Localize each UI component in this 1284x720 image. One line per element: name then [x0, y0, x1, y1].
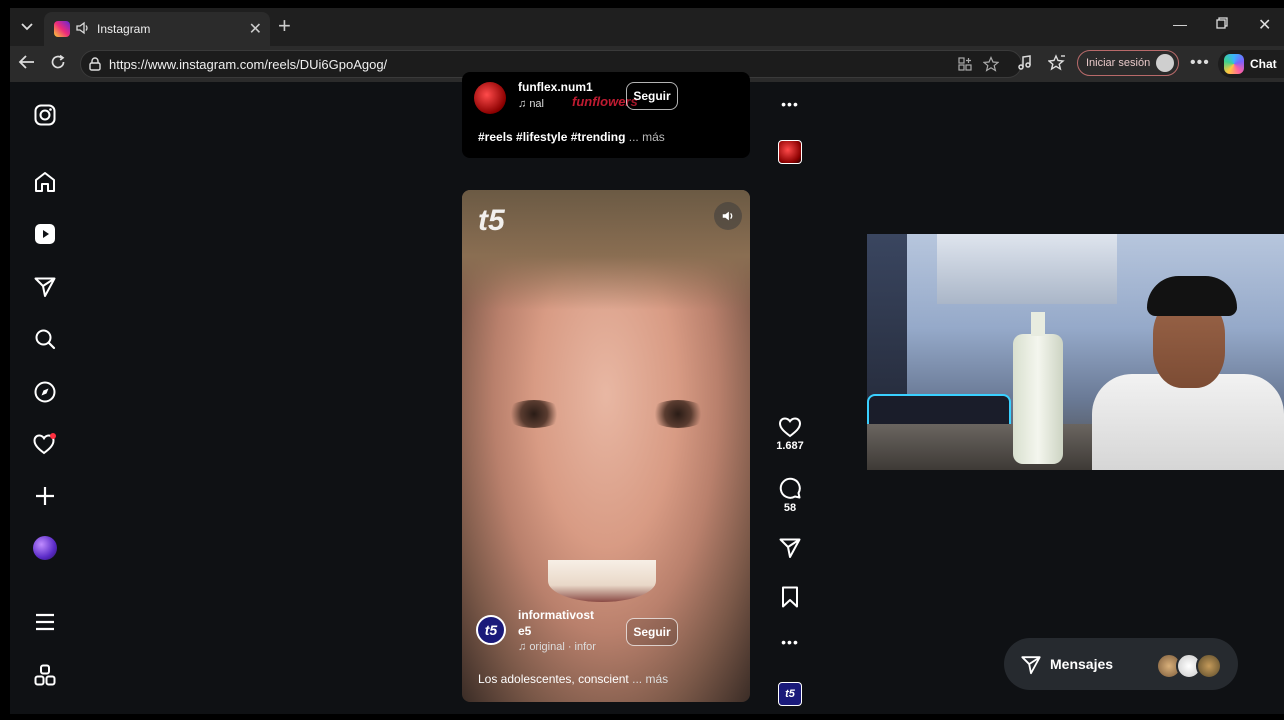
- avatar-logo: t5: [484, 622, 498, 638]
- audio-thumbnail-image: [778, 140, 802, 164]
- caption: Los adolescentes, conscient: [478, 672, 629, 686]
- caption-text: #reels #lifestyle #trending ... más: [478, 130, 665, 144]
- chat-label: Chat: [1250, 57, 1277, 71]
- close-window-icon[interactable]: ✕: [1258, 15, 1271, 35]
- caption: #reels #lifestyle #trending: [478, 130, 626, 144]
- account-name-line1[interactable]: informativost: [518, 608, 594, 622]
- video-eye-right: [648, 400, 708, 428]
- reels-icon[interactable]: [32, 221, 58, 247]
- reel-card-previous[interactable]: funflex.num1 ♫ nal funflowers Seguir #re…: [462, 72, 750, 158]
- sidebar-nav: [10, 82, 80, 714]
- more-options-icon[interactable]: •••: [1190, 54, 1210, 72]
- account-avatar[interactable]: t5: [476, 615, 506, 645]
- account-avatar[interactable]: [474, 82, 506, 114]
- audio-label: original · infor: [529, 641, 596, 653]
- like-action[interactable]: 1.687: [776, 416, 804, 452]
- like-heart-icon[interactable]: [778, 416, 802, 438]
- tab-title: Instagram: [97, 22, 151, 36]
- save-action[interactable]: [778, 585, 802, 609]
- favorite-star-icon[interactable]: [982, 56, 1000, 77]
- account-name[interactable]: funflex.num1: [518, 80, 593, 94]
- apps-grid-icon[interactable]: [32, 662, 58, 688]
- more-link[interactable]: ... más: [629, 130, 665, 144]
- messages-label: Mensajes: [1050, 656, 1114, 672]
- message-avatar: [1196, 653, 1222, 679]
- search-icon[interactable]: [32, 326, 58, 352]
- chevron-down-icon: [21, 23, 33, 31]
- instagram-page: funflex.num1 ♫ nal funflowers Seguir #re…: [10, 72, 1284, 714]
- share-send-icon[interactable]: [778, 536, 802, 560]
- profile-avatar[interactable]: [32, 535, 58, 561]
- comment-action[interactable]: 58: [778, 476, 802, 514]
- comment-icon[interactable]: [778, 476, 802, 500]
- follow-button[interactable]: Seguir: [626, 618, 678, 646]
- webcam-overlay: [867, 234, 1284, 470]
- audio-thumbnail[interactable]: [778, 140, 802, 164]
- telecinco-watermark-icon: t5: [478, 204, 505, 237]
- like-count: 1.687: [776, 440, 804, 452]
- audio-thumbnail-logo: t5: [785, 688, 795, 700]
- follow-button[interactable]: Seguir: [626, 82, 678, 110]
- tab-strip: Instagram ✕ + — ✕: [10, 8, 1284, 46]
- copilot-chat-button[interactable]: Chat: [1218, 50, 1284, 78]
- instagram-logo-icon[interactable]: [32, 102, 58, 128]
- window-blind: [937, 234, 1117, 304]
- messages-button[interactable]: Mensajes: [1004, 638, 1238, 690]
- speaker-icon[interactable]: [75, 20, 91, 41]
- video-hair-area: [462, 190, 750, 310]
- comment-count: 58: [783, 502, 797, 514]
- reader-view-icon[interactable]: [957, 56, 973, 77]
- audio-info[interactable]: ♫ nal: [518, 98, 544, 110]
- more-options-icon[interactable]: •••: [778, 634, 802, 650]
- favorites-icon[interactable]: [1047, 54, 1066, 77]
- lock-icon[interactable]: [89, 57, 101, 76]
- home-icon[interactable]: [32, 169, 58, 195]
- video-mouth: [548, 560, 656, 602]
- browser-window: Instagram ✕ + — ✕ https://www.instagram.…: [10, 8, 1284, 714]
- person-shirt: [1092, 374, 1284, 470]
- account-name-line2[interactable]: e5: [518, 624, 531, 638]
- media-control-icon[interactable]: [1016, 54, 1034, 77]
- explore-compass-icon[interactable]: [32, 379, 58, 405]
- url-text[interactable]: https://www.instagram.com/reels/DUi6GpoA…: [109, 57, 387, 72]
- audio-label: nal: [529, 98, 544, 110]
- create-plus-icon[interactable]: [32, 483, 58, 509]
- sign-in-button[interactable]: Iniciar sesión: [1077, 50, 1179, 76]
- direct-send-icon: [1021, 656, 1041, 675]
- share-action[interactable]: [778, 536, 802, 560]
- back-icon[interactable]: [18, 54, 36, 74]
- bottle-pump: [1031, 312, 1045, 336]
- profile-avatar-icon: [1156, 54, 1174, 72]
- bottle: [1013, 334, 1063, 464]
- person-cap: [1147, 276, 1237, 316]
- copilot-icon: [1224, 54, 1244, 74]
- notifications-heart-icon[interactable]: [32, 431, 58, 457]
- volume-icon[interactable]: [714, 202, 742, 230]
- reel-video-player[interactable]: t5 t5 informativost e5 ♫ original · info…: [462, 190, 750, 702]
- reload-icon[interactable]: [50, 54, 66, 74]
- menu-hamburger-icon[interactable]: [32, 609, 58, 635]
- audio-thumbnail[interactable]: t5: [778, 682, 802, 706]
- sign-in-label: Iniciar sesión: [1086, 57, 1151, 69]
- tab-instagram[interactable]: Instagram ✕: [44, 12, 270, 46]
- video-eye-left: [504, 400, 564, 428]
- audio-thumbnail-image: t5: [778, 682, 802, 706]
- restore-icon[interactable]: [1216, 16, 1228, 32]
- instagram-favicon-icon: [54, 21, 70, 37]
- tab-list-button[interactable]: [14, 14, 40, 40]
- direct-send-icon[interactable]: [32, 274, 58, 300]
- audio-info[interactable]: ♫ original · infor: [518, 641, 596, 653]
- caption-text: Los adolescentes, conscient ... más: [478, 672, 668, 686]
- tab-close-icon[interactable]: ✕: [249, 19, 262, 39]
- minimize-icon[interactable]: —: [1173, 16, 1187, 32]
- new-tab-button[interactable]: +: [278, 14, 291, 38]
- more-link[interactable]: ... más: [632, 672, 668, 686]
- more-options-icon[interactable]: •••: [778, 96, 802, 112]
- bookmark-icon[interactable]: [779, 585, 801, 609]
